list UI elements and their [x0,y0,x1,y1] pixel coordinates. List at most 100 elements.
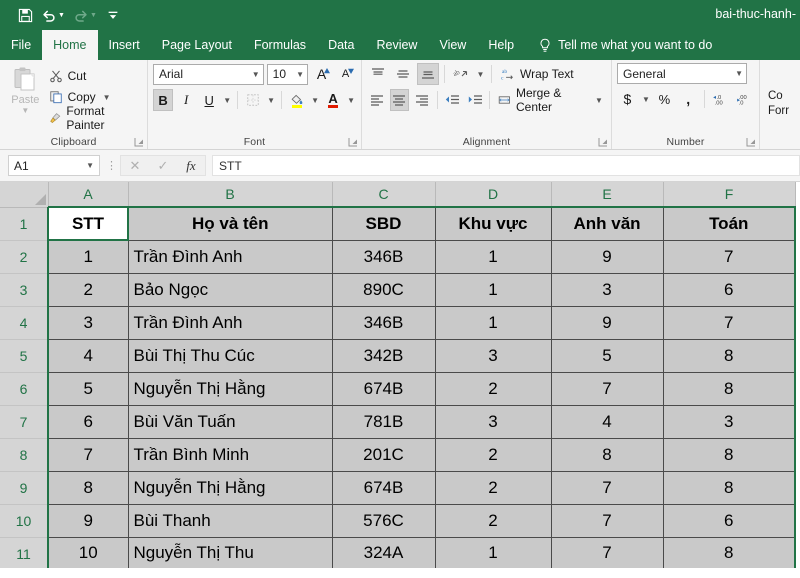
formula-bar-grip[interactable]: ⋮ [106,159,117,172]
italic-button[interactable]: I [176,89,196,111]
tab-page-layout[interactable]: Page Layout [151,30,243,60]
tab-insert[interactable]: Insert [98,30,151,60]
cell-c10[interactable]: 576C [332,504,436,538]
borders-button[interactable] [243,89,263,111]
bold-button[interactable]: B [153,89,174,111]
row-header-8[interactable]: 8 [0,438,49,472]
number-format-dropdown-icon[interactable]: ▼ [735,69,743,78]
cell-a8[interactable]: 7 [48,438,129,472]
cell-a11[interactable]: 10 [48,537,129,568]
cell-c2[interactable]: 346B [332,240,436,274]
cut-button[interactable]: Cut [46,66,142,86]
cell-c5[interactable]: 342B [332,339,436,373]
cell-c7[interactable]: 781B [332,405,436,439]
cell-d1[interactable]: Khu vực [435,207,552,241]
customize-icon[interactable] [102,4,124,26]
cell-d11[interactable]: 1 [435,537,552,568]
row-header-10[interactable]: 10 [0,504,49,538]
paste-button[interactable]: Paste ▼ [5,63,46,116]
cell-c1[interactable]: SBD [332,207,436,241]
underline-button[interactable]: U [199,89,219,111]
cell-a1[interactable]: STT [47,206,129,241]
cell-b10[interactable]: Bùi Thanh [128,504,333,538]
cell-e6[interactable]: 7 [551,372,664,406]
row-header-9[interactable]: 9 [0,471,49,505]
conditional-formatting-button[interactable]: Co Forr [765,63,795,119]
cell-d2[interactable]: 1 [435,240,552,274]
cell-a9[interactable]: 8 [48,471,129,505]
undo-dropdown-icon[interactable]: ▼ [58,12,68,19]
tab-data[interactable]: Data [317,30,365,60]
column-header-d[interactable]: D [435,182,552,208]
cell-e5[interactable]: 5 [551,339,664,373]
row-header-4[interactable]: 4 [0,306,49,340]
cell-d8[interactable]: 2 [435,438,552,472]
cell-e3[interactable]: 3 [551,273,664,307]
tell-me-search[interactable]: Tell me what you want to do [525,30,712,60]
currency-button[interactable]: $ [617,88,638,110]
cell-b8[interactable]: Trần Bình Minh [128,438,333,472]
font-name-dropdown-icon[interactable]: ▼ [252,70,260,79]
formula-input[interactable]: STT [212,155,800,176]
percent-button[interactable]: % [654,88,675,110]
increase-font-size-button[interactable]: A [311,63,332,85]
cell-f8[interactable]: 8 [663,438,796,472]
cell-c11[interactable]: 324A [332,537,436,568]
cell-d9[interactable]: 2 [435,471,552,505]
clipboard-dialog-launcher-icon[interactable] [134,137,144,147]
cell-e4[interactable]: 9 [551,306,664,340]
undo-icon[interactable] [38,4,60,26]
fill-color-button[interactable] [287,89,307,111]
cell-f7[interactable]: 3 [663,405,796,439]
borders-dropdown-icon[interactable]: ▼ [266,96,276,105]
wrap-text-button[interactable]: ab c Wrap Text [497,63,577,85]
align-right-button[interactable] [412,89,432,111]
select-all-corner[interactable] [0,182,49,208]
cell-b7[interactable]: Bùi Văn Tuấn [128,405,333,439]
cell-c6[interactable]: 674B [332,372,436,406]
cell-c4[interactable]: 346B [332,306,436,340]
orientation-button[interactable]: ab [450,63,472,85]
cell-b1[interactable]: Họ và tên [128,207,333,241]
font-size-combobox[interactable]: 10 ▼ [266,63,309,85]
tab-review[interactable]: Review [365,30,428,60]
cell-e8[interactable]: 8 [551,438,664,472]
cell-a10[interactable]: 9 [48,504,129,538]
name-box[interactable]: A1 ▼ [8,155,100,176]
cell-f1[interactable]: Toán [663,207,796,241]
enter-formula-icon[interactable]: ✓ [149,156,177,175]
cell-a4[interactable]: 3 [48,306,129,340]
cell-f3[interactable]: 6 [663,273,796,307]
decrease-decimal-button[interactable]: .00 .0 [733,88,754,110]
merge-center-button[interactable]: Merge & Center ▼ [495,86,606,114]
cell-a5[interactable]: 4 [48,339,129,373]
cell-f5[interactable]: 8 [663,339,796,373]
column-header-a[interactable]: A [48,182,129,208]
alignment-dialog-launcher-icon[interactable] [598,137,608,147]
cell-e1[interactable]: Anh văn [551,207,664,241]
cell-b3[interactable]: Bảo Ngọc [128,273,333,307]
cell-f10[interactable]: 6 [663,504,796,538]
cell-d5[interactable]: 3 [435,339,552,373]
row-header-3[interactable]: 3 [0,273,49,307]
cell-b11[interactable]: Nguyễn Thị Thu [128,537,333,568]
cell-f11[interactable]: 8 [663,537,796,568]
fill-color-dropdown-icon[interactable]: ▼ [310,96,320,105]
align-center-button[interactable] [389,89,409,111]
row-header-6[interactable]: 6 [0,372,49,406]
align-top-button[interactable] [367,63,389,85]
cell-b9[interactable]: Nguyễn Thị Hằng [128,471,333,505]
column-header-c[interactable]: C [332,182,436,208]
decrease-font-size-button[interactable]: A [335,63,356,85]
font-color-button[interactable]: A [323,89,343,111]
row-header-2[interactable]: 2 [0,240,49,274]
tab-formulas[interactable]: Formulas [243,30,317,60]
cell-e7[interactable]: 4 [551,405,664,439]
format-painter-button[interactable]: Format Painter [46,104,142,132]
orientation-dropdown-icon[interactable]: ▼ [475,70,486,79]
currency-dropdown-icon[interactable]: ▼ [641,95,651,104]
cell-b5[interactable]: Bùi Thị Thu Cúc [128,339,333,373]
cell-f2[interactable]: 7 [663,240,796,274]
cell-b6[interactable]: Nguyễn Thị Hằng [128,372,333,406]
cell-e10[interactable]: 7 [551,504,664,538]
